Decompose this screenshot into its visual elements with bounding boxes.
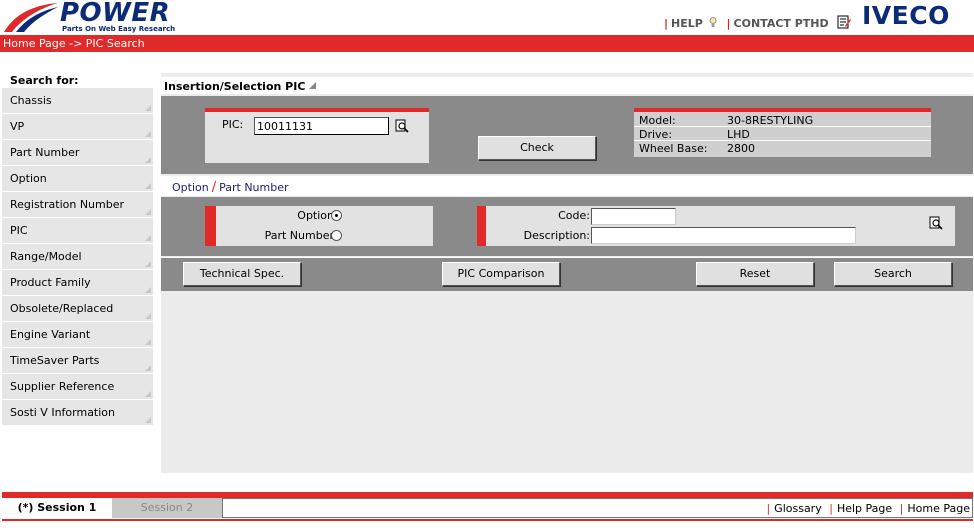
option-band: Option Part Number Code: Description: bbox=[161, 197, 973, 256]
wheelbase-value: 2800 bbox=[727, 142, 755, 155]
pic-band: PIC: Check Model:30-8RESTYLING Drive:LHD… bbox=[161, 96, 973, 174]
sidebar-item-label: Chassis bbox=[10, 94, 52, 107]
sidebar-item-supplier-reference[interactable]: Supplier Reference bbox=[2, 374, 153, 400]
sidebar-item-range-model[interactable]: Range/Model bbox=[2, 244, 153, 270]
corner-triangle-icon bbox=[145, 417, 151, 423]
corner-triangle-icon bbox=[145, 339, 151, 345]
sidebar-item-label: Product Family bbox=[10, 276, 91, 289]
action-band: Technical Spec. PIC Comparison Reset Sea… bbox=[161, 257, 973, 291]
search-type-box: Option Part Number bbox=[205, 206, 433, 246]
sidebar: Search for: Chassis VP Part Number Optio… bbox=[2, 73, 153, 426]
breadcrumb[interactable]: Home Page -> PIC Search bbox=[3, 37, 145, 50]
sidebar-item-label: PIC bbox=[10, 224, 28, 237]
power-logo[interactable]: POWER Parts On Web Easy Research bbox=[2, 0, 175, 34]
header: POWER Parts On Web Easy Research | HELP |… bbox=[0, 0, 974, 35]
sidebar-item-label: Registration Number bbox=[10, 198, 125, 211]
sidebar-item-label: Engine Variant bbox=[10, 328, 91, 341]
pic-label: PIC: bbox=[222, 118, 244, 131]
sidebar-item-label: Obsolete/Replaced bbox=[10, 302, 114, 315]
sidebar-item-label: Range/Model bbox=[10, 250, 82, 263]
sidebar-item-label: Option bbox=[10, 172, 47, 185]
sidebar-item-sosti-v-information[interactable]: Sosti V Information bbox=[2, 400, 153, 426]
corner-triangle-icon bbox=[145, 209, 151, 215]
corner-triangle-icon bbox=[145, 391, 151, 397]
sidebar-title: Search for: bbox=[2, 73, 153, 88]
vehicle-info-box: Model: 30-8RESTYLING Drive: LHD Wheel Base… bbox=[634, 108, 931, 157]
wheelbase-label: Wheel Base: bbox=[639, 142, 708, 155]
sidebar-item-part-number[interactable]: Part Number bbox=[2, 140, 153, 166]
code-label: Code: bbox=[558, 209, 590, 222]
sidebar-item-obsolete-replaced[interactable]: Obsolete/Replaced bbox=[2, 296, 153, 322]
help-link[interactable]: HELP bbox=[671, 17, 703, 30]
sidebar-item-vp[interactable]: VP bbox=[2, 114, 153, 140]
contact-form-icon[interactable] bbox=[837, 15, 851, 29]
corner-triangle-icon bbox=[145, 157, 151, 163]
sidebar-item-product-family[interactable]: Product Family bbox=[2, 270, 153, 296]
corner-triangle-icon bbox=[145, 131, 151, 137]
top-links: | HELP | CONTACT PTHD bbox=[664, 15, 851, 30]
radio-option-label: Option bbox=[297, 209, 334, 222]
search-document-icon[interactable] bbox=[395, 119, 409, 133]
section-title: Insertion/Selection PIC bbox=[164, 80, 317, 93]
wheelbase-row: Wheel Base: 2800 bbox=[639, 142, 755, 155]
corner-triangle-icon bbox=[145, 183, 151, 189]
contact-link[interactable]: CONTACT PTHD bbox=[734, 17, 829, 30]
sidebar-item-pic[interactable]: PIC bbox=[2, 218, 153, 244]
sidebar-item-timesaver-parts[interactable]: TimeSaver Parts bbox=[2, 348, 153, 374]
radio-part-number[interactable] bbox=[331, 230, 342, 241]
logo-word: POWER bbox=[60, 0, 171, 28]
sidebar-item-label: VP bbox=[10, 120, 25, 133]
breadcrumb-bar: Home Page -> PIC Search bbox=[0, 35, 974, 52]
glossary-link[interactable]: Glossary bbox=[774, 502, 822, 515]
description-label: Description: bbox=[523, 229, 590, 242]
code-input[interactable] bbox=[591, 208, 676, 225]
sidebar-item-label: Supplier Reference bbox=[10, 380, 115, 393]
radio-option[interactable] bbox=[331, 210, 342, 221]
corner-triangle-icon bbox=[145, 235, 151, 241]
sidebar-item-label: TimeSaver Parts bbox=[10, 354, 100, 367]
corner-triangle-icon bbox=[145, 261, 151, 267]
search-document-icon[interactable] bbox=[929, 216, 943, 230]
sidebar-item-chassis[interactable]: Chassis bbox=[2, 88, 153, 114]
corner-triangle-icon bbox=[145, 365, 151, 371]
footer: (*) Session 1 Session 2 | Glossary | Help … bbox=[2, 498, 973, 518]
help-page-link[interactable]: Help Page bbox=[837, 502, 892, 515]
tabs: Option / Part Number bbox=[172, 180, 289, 195]
bottom-red-line bbox=[2, 519, 973, 521]
reset-button[interactable]: Reset bbox=[696, 262, 814, 286]
corner-triangle-icon bbox=[145, 313, 151, 319]
sidebar-item-label: Part Number bbox=[10, 146, 80, 159]
corner-triangle-icon bbox=[145, 105, 151, 111]
collapse-triangle-icon[interactable] bbox=[309, 82, 317, 89]
lightbulb-icon[interactable] bbox=[709, 17, 717, 28]
check-button[interactable]: Check bbox=[478, 136, 596, 160]
section-title-row: Insertion/Selection PIC bbox=[161, 77, 973, 94]
power-logo-swoosh-icon bbox=[4, 3, 58, 32]
iveco-logo: IVECO bbox=[862, 1, 950, 30]
footer-links-box: | Glossary | Help Page | Home Page bbox=[222, 498, 973, 518]
pic-box: PIC: bbox=[205, 108, 429, 163]
search-button[interactable]: Search bbox=[834, 262, 952, 286]
sidebar-item-engine-variant[interactable]: Engine Variant bbox=[2, 322, 153, 348]
tab-option[interactable]: Option bbox=[172, 181, 209, 194]
description-input[interactable] bbox=[591, 227, 856, 244]
sidebar-item-label: Sosti V Information bbox=[10, 406, 116, 419]
tab-session-1[interactable]: (*) Session 1 bbox=[2, 498, 112, 518]
home-page-link[interactable]: Home Page bbox=[907, 502, 970, 515]
radio-part-number-label: Part Number bbox=[264, 229, 334, 242]
technical-spec-button[interactable]: Technical Spec. bbox=[183, 262, 301, 286]
tab-part-number[interactable]: Part Number bbox=[219, 181, 288, 194]
corner-triangle-icon bbox=[145, 287, 151, 293]
pic-comparison-button[interactable]: PIC Comparison bbox=[442, 262, 560, 286]
sidebar-item-option[interactable]: Option bbox=[2, 166, 153, 192]
sidebar-item-registration-number[interactable]: Registration Number bbox=[2, 192, 153, 218]
tab-session-2[interactable]: Session 2 bbox=[112, 498, 222, 518]
tabs-row: Option / Part Number bbox=[161, 176, 973, 196]
code-description-box: Code: Description: bbox=[477, 206, 955, 246]
logo-subtitle: Parts On Web Easy Research bbox=[62, 25, 176, 33]
footer-links: | Glossary | Help Page | Home Page bbox=[766, 502, 970, 515]
pic-input[interactable] bbox=[254, 117, 389, 135]
